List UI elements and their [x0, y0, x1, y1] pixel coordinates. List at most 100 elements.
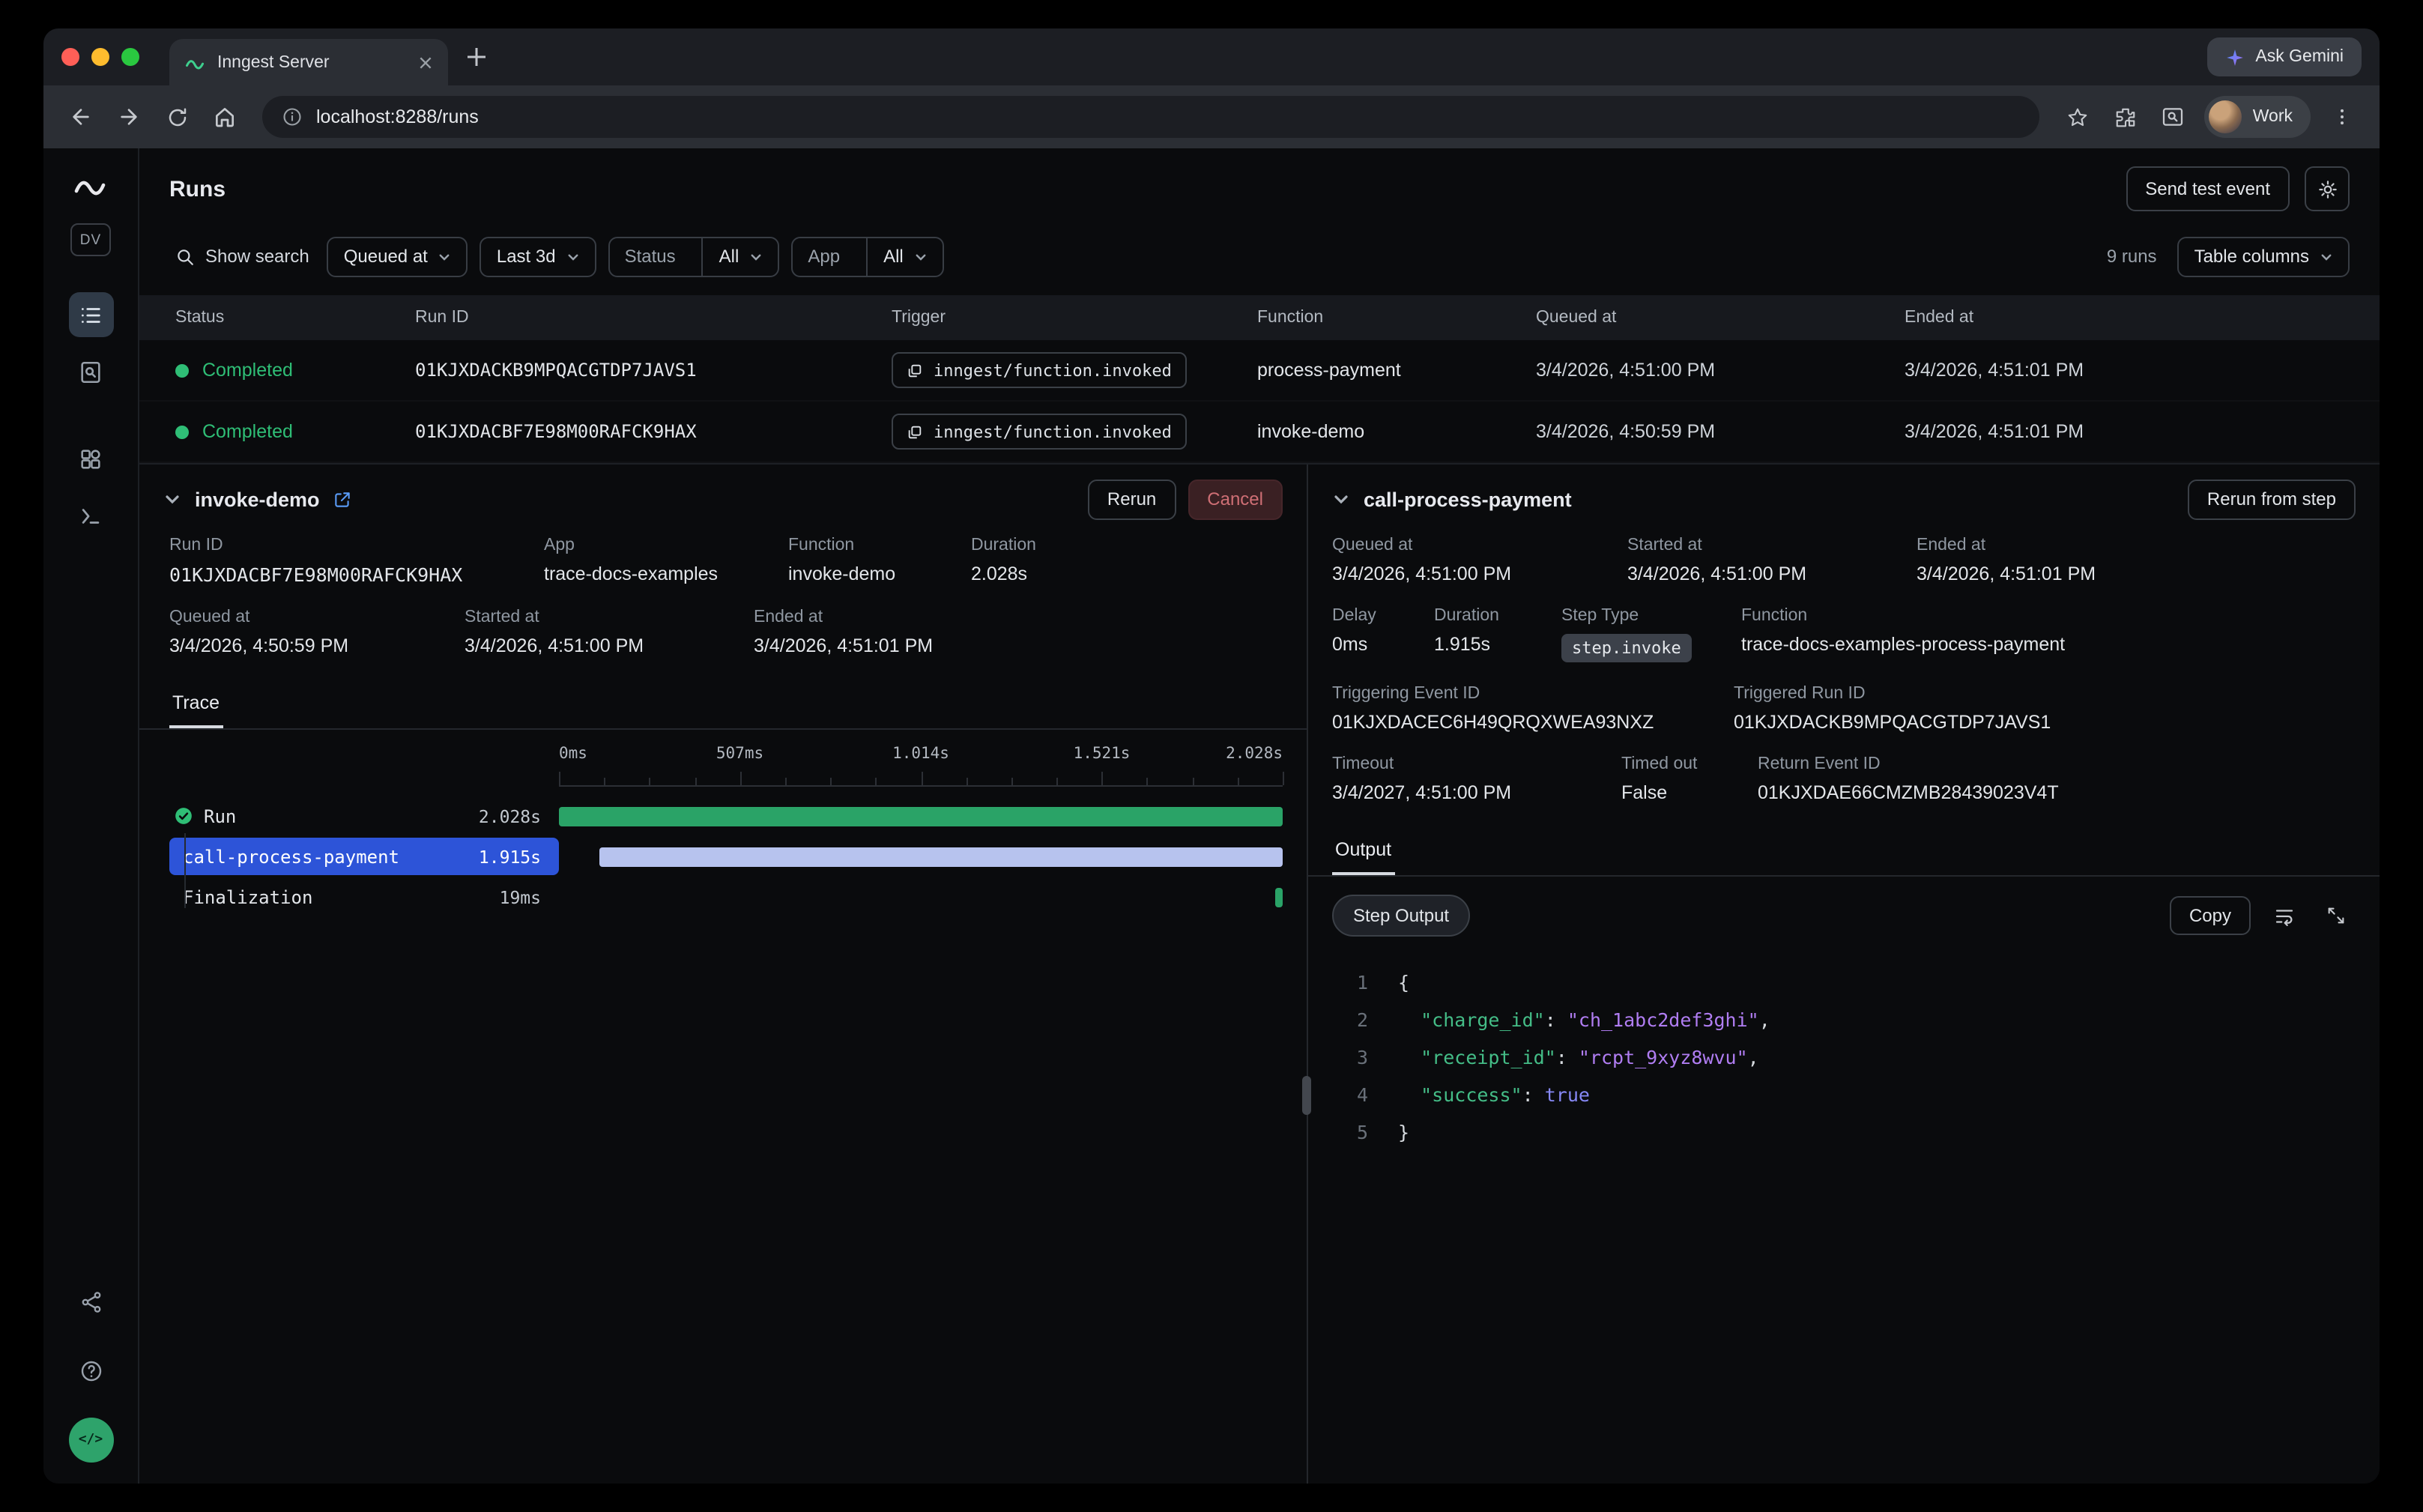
- send-test-event-button[interactable]: Send test event: [2126, 166, 2290, 211]
- extensions-icon[interactable]: [2103, 94, 2148, 139]
- run-ended-at: 3/4/2026, 4:51:01 PM: [1905, 360, 2350, 381]
- step-title: call-process-payment: [1364, 488, 1572, 510]
- field-delay: Delay 0ms: [1332, 607, 1434, 662]
- minimize-window-button[interactable]: [91, 48, 109, 66]
- trigger-pill[interactable]: inngest/function.invoked: [892, 352, 1187, 388]
- copy-button[interactable]: Copy: [2170, 896, 2251, 935]
- triggering-event-link[interactable]: 01KJXDACEC6H49QRQXWEA93NXZ: [1332, 712, 1713, 733]
- time-range-dropdown[interactable]: Last 3d: [480, 236, 596, 276]
- split-drag-handle[interactable]: [1302, 1076, 1311, 1115]
- field-step-type: Step Type step.invoke: [1561, 607, 1741, 662]
- bookmark-star-icon[interactable]: [2055, 94, 2100, 139]
- help-icon[interactable]: [68, 1349, 113, 1394]
- word-wrap-icon[interactable]: [2264, 896, 2303, 935]
- new-tab-button[interactable]: [466, 46, 487, 67]
- inngest-logo-icon[interactable]: [73, 172, 109, 199]
- run-trigger: inngest/function.invoked: [892, 414, 1257, 450]
- status-filter[interactable]: Status All: [608, 236, 780, 276]
- trigger-pill[interactable]: inngest/function.invoked: [892, 414, 1187, 450]
- ruler-tick-label: 1.521s: [1074, 745, 1131, 763]
- forward-button[interactable]: [106, 94, 151, 139]
- app-link[interactable]: trace-docs-examples: [544, 563, 767, 584]
- settings-gear-button[interactable]: [2305, 166, 2350, 211]
- table-columns-dropdown[interactable]: Table columns: [2178, 236, 2350, 276]
- share-icon[interactable]: [68, 1280, 113, 1325]
- address-bar[interactable]: localhost:8288/runs: [262, 96, 2040, 138]
- column-header[interactable]: Status: [175, 309, 415, 327]
- step-type-badge: step.invoke: [1561, 634, 1692, 662]
- page-title: Runs: [169, 176, 226, 202]
- runs-count: 9 runs: [2107, 246, 2157, 267]
- span-bar[interactable]: [559, 806, 1283, 826]
- rerun-from-step-button[interactable]: Rerun from step: [2188, 479, 2356, 519]
- trace-rows: Run2.028s call-process-payment 1.915s Final…: [139, 796, 1307, 917]
- home-button[interactable]: [202, 94, 247, 139]
- column-header[interactable]: Queued at: [1536, 309, 1905, 327]
- tab-trace[interactable]: Trace: [169, 685, 223, 728]
- run-status: Completed: [175, 421, 415, 442]
- avatar: [2209, 100, 2242, 133]
- rail-bottom: </>: [68, 1280, 113, 1463]
- trace-span-row[interactable]: Run2.028s: [139, 796, 1307, 836]
- sidebar-item-runs[interactable]: [68, 292, 113, 337]
- column-header[interactable]: Ended at: [1905, 309, 2350, 327]
- function-link[interactable]: invoke-demo: [788, 563, 950, 584]
- tab-close-icon[interactable]: [418, 55, 433, 70]
- code-line: 3 "receipt_id": "rcpt_9xyz8wvu",: [1332, 1038, 2356, 1076]
- code-line: 4 "success": true: [1332, 1076, 2356, 1113]
- search-panel-icon[interactable]: [2151, 94, 2196, 139]
- collapse-chevron-icon[interactable]: [163, 490, 181, 508]
- field-run-id: Run ID 01KJXDACBF7E98M00RAFCK9HAX: [169, 536, 544, 586]
- trace-span-row[interactable]: call-process-payment 1.915s: [139, 836, 1307, 877]
- queued-at-dropdown[interactable]: Queued at: [327, 236, 468, 276]
- zoom-window-button[interactable]: [121, 48, 139, 66]
- triggered-run-link[interactable]: 01KJXDACKB9MPQACGTDP7JAVS1: [1734, 712, 2051, 733]
- browser-tab[interactable]: Inngest Server: [169, 39, 448, 85]
- browser-menu-kebab-icon[interactable]: [2320, 94, 2365, 139]
- sidebar-item-events[interactable]: [68, 349, 113, 394]
- show-search-button[interactable]: Show search: [169, 246, 315, 267]
- run-function: process-payment: [1257, 360, 1536, 381]
- ask-gemini-button[interactable]: Ask Gemini: [2207, 37, 2362, 76]
- span-duration: 1.915s: [479, 846, 541, 867]
- trace-ruler: 0ms507ms1.014s1.521s2.028s: [559, 745, 1283, 787]
- site-info-icon[interactable]: [282, 106, 303, 127]
- step-detail-pane: call-process-payment Rerun from step Que…: [1308, 465, 2380, 1484]
- external-link-icon[interactable]: [333, 489, 353, 509]
- browser-toolbar: localhost:8288/runs Work: [43, 85, 2380, 148]
- sidebar-item-apps[interactable]: [68, 436, 113, 481]
- column-header[interactable]: Trigger: [892, 309, 1257, 327]
- expand-icon[interactable]: [2317, 896, 2356, 935]
- reload-button[interactable]: [154, 94, 199, 139]
- return-event-link[interactable]: 01KJXDAE66CMZMB28439023V4T: [1758, 782, 2059, 803]
- rerun-button[interactable]: Rerun: [1088, 479, 1176, 519]
- field-duration: Duration 2.028s: [971, 536, 1057, 586]
- invoke-icon: [907, 423, 923, 440]
- dev-mode-button[interactable]: </>: [68, 1418, 113, 1463]
- span-bar[interactable]: [1275, 887, 1283, 907]
- app-filter[interactable]: App All: [791, 236, 943, 276]
- run-id: 01KJXDACBF7E98M00RAFCK9HAX: [415, 421, 892, 442]
- ruler-tick-label: 2.028s: [1226, 745, 1283, 763]
- column-header[interactable]: Run ID: [415, 309, 892, 327]
- code-line: 1{: [1332, 964, 2356, 1001]
- span-name: call-process-payment: [183, 846, 399, 867]
- cancel-button[interactable]: Cancel: [1188, 479, 1283, 519]
- sidebar-item-functions[interactable]: [68, 493, 113, 538]
- back-button[interactable]: [58, 94, 103, 139]
- env-badge[interactable]: DV: [70, 223, 111, 256]
- table-row[interactable]: Completed01KJXDACBF7E98M00RAFCK9HAXinnge…: [139, 402, 2380, 463]
- step-output-chip[interactable]: Step Output: [1332, 895, 1470, 937]
- column-header[interactable]: Function: [1257, 309, 1536, 327]
- trace-span-row[interactable]: Finalization19ms: [139, 877, 1307, 917]
- step-output-code[interactable]: 1{2 "charge_id": "ch_1abc2def3ghi",3 "re…: [1308, 952, 2380, 1175]
- table-row[interactable]: Completed01KJXDACKB9MPQACGTDP7JAVS1innge…: [139, 340, 2380, 402]
- profile-chip[interactable]: Work: [2205, 96, 2311, 138]
- tab-favicon-inngest-icon: [184, 52, 205, 73]
- collapse-chevron-icon[interactable]: [1332, 490, 1350, 508]
- step-function-link[interactable]: trace-docs-examples-process-payment: [1741, 634, 2065, 655]
- close-window-button[interactable]: [61, 48, 79, 66]
- span-bar[interactable]: [599, 847, 1283, 866]
- traffic-lights: [61, 48, 139, 66]
- tab-output[interactable]: Output: [1332, 832, 1394, 875]
